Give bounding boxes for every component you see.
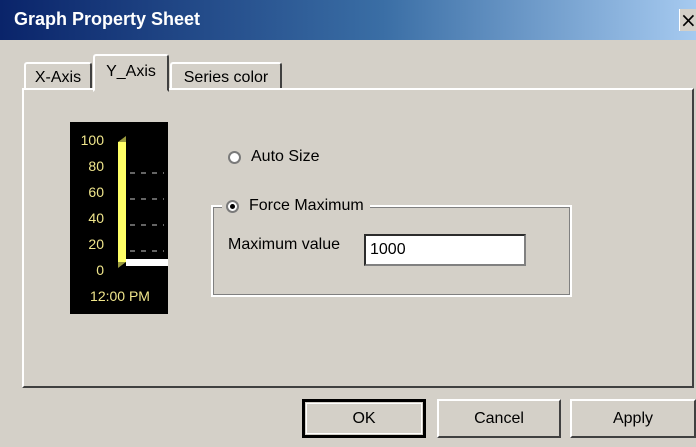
ok-button[interactable]: OK: [302, 399, 426, 438]
tab-x-axis[interactable]: X-Axis: [24, 62, 92, 88]
radio-icon[interactable]: [228, 150, 241, 164]
maximum-value-input[interactable]: [364, 234, 526, 266]
cancel-button[interactable]: Cancel: [437, 399, 561, 438]
preview-tick-label: 40: [88, 210, 104, 226]
radio-icon[interactable]: [226, 199, 239, 213]
preview-chart: 100 80 60 40 20 0 12:00 PM: [70, 122, 168, 314]
close-icon[interactable]: ×: [679, 9, 696, 31]
force-maximum-option[interactable]: Force Maximum: [222, 197, 370, 215]
apply-button[interactable]: Apply: [570, 399, 696, 438]
force-maximum-label: Force Maximum: [249, 197, 364, 214]
preview-x-label: 12:00 PM: [90, 288, 150, 304]
preview-tick-label: 80: [88, 158, 104, 174]
preview-tick-label: 60: [88, 184, 104, 200]
tab-y-axis[interactable]: Y_Axis: [93, 54, 169, 92]
preview-tick-label: 20: [88, 236, 104, 252]
y-axis-preview: 100 80 60 40 20 0 12:00 PM: [70, 122, 168, 314]
auto-size-label: Auto Size: [251, 148, 320, 165]
preview-tick-label: 0: [96, 262, 104, 278]
preview-baseline: [126, 259, 168, 266]
maximum-value-label: Maximum value: [228, 236, 341, 253]
preview-tick-label: 100: [81, 132, 105, 148]
title-bar: Graph Property Sheet ×: [0, 0, 696, 40]
window-title: Graph Property Sheet: [14, 9, 201, 29]
tab-series-color[interactable]: Series color: [170, 62, 282, 88]
auto-size-option[interactable]: Auto Size: [228, 148, 319, 166]
preview-bar: [118, 142, 126, 262]
